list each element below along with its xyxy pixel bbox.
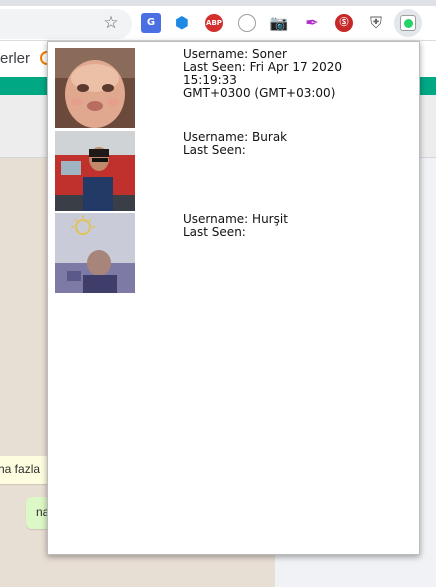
adblock-plus-icon[interactable]: ABP bbox=[205, 14, 223, 32]
user-info: Username: Burak Last Seen: bbox=[183, 131, 383, 157]
user-entry-hursit: Username: Hurşit Last Seen: bbox=[55, 213, 415, 293]
bookmark-star-icon[interactable]: ☆ bbox=[101, 13, 121, 33]
blue-hex-extension-icon[interactable]: ⬢ bbox=[172, 13, 192, 33]
avatar bbox=[55, 131, 135, 211]
bookmark-label[interactable]: erler bbox=[0, 50, 30, 67]
user-entry-soner: Username: Soner Last Seen: Fri Apr 17 20… bbox=[55, 48, 415, 128]
user-info: Username: Soner Last Seen: Fri Apr 17 20… bbox=[183, 48, 383, 100]
whatsapp-logo-icon bbox=[400, 15, 416, 31]
username-value: Hurşit bbox=[252, 212, 288, 226]
extension-popup: Username: Soner Last Seen: Fri Apr 17 20… bbox=[47, 41, 420, 555]
red-extension-icon[interactable]: Ⓢ bbox=[335, 14, 353, 32]
last-seen-line: Last Seen: bbox=[183, 225, 246, 239]
incoming-message-text: ha fazla bbox=[0, 462, 41, 476]
avatar bbox=[55, 213, 135, 293]
user-info: Username: Hurşit Last Seen: bbox=[183, 213, 383, 239]
avatar-photo-man-red-car bbox=[55, 131, 135, 211]
avatar-photo-baby bbox=[55, 48, 135, 128]
avatar bbox=[55, 48, 135, 128]
feather-icon[interactable]: ✒ bbox=[302, 13, 322, 33]
last-seen-line-continued: GMT+0300 (GMT+03:00) bbox=[183, 86, 336, 100]
username-value: Soner bbox=[252, 47, 287, 61]
whatsapp-extension-icon[interactable] bbox=[394, 9, 422, 37]
user-entry-burak: Username: Burak Last Seen: bbox=[55, 131, 415, 211]
camera-icon[interactable]: 📷 bbox=[269, 13, 289, 33]
last-seen-line: Last Seen: bbox=[183, 143, 246, 157]
ring-extension-icon[interactable] bbox=[238, 14, 256, 32]
username-value: Burak bbox=[252, 130, 288, 144]
last-seen-line: Last Seen: Fri Apr 17 2020 15:19:33 bbox=[183, 60, 342, 87]
shield-icon[interactable]: ⛨ bbox=[366, 13, 386, 33]
avatar-photo-man-with-sun-sticker bbox=[55, 213, 135, 293]
browser-toolbar: ☆ G ⬢ ABP 📷 ✒ Ⓢ ⛨ bbox=[0, 0, 436, 41]
tab-strip bbox=[0, 0, 436, 6]
google-translate-icon[interactable]: G bbox=[141, 13, 161, 33]
